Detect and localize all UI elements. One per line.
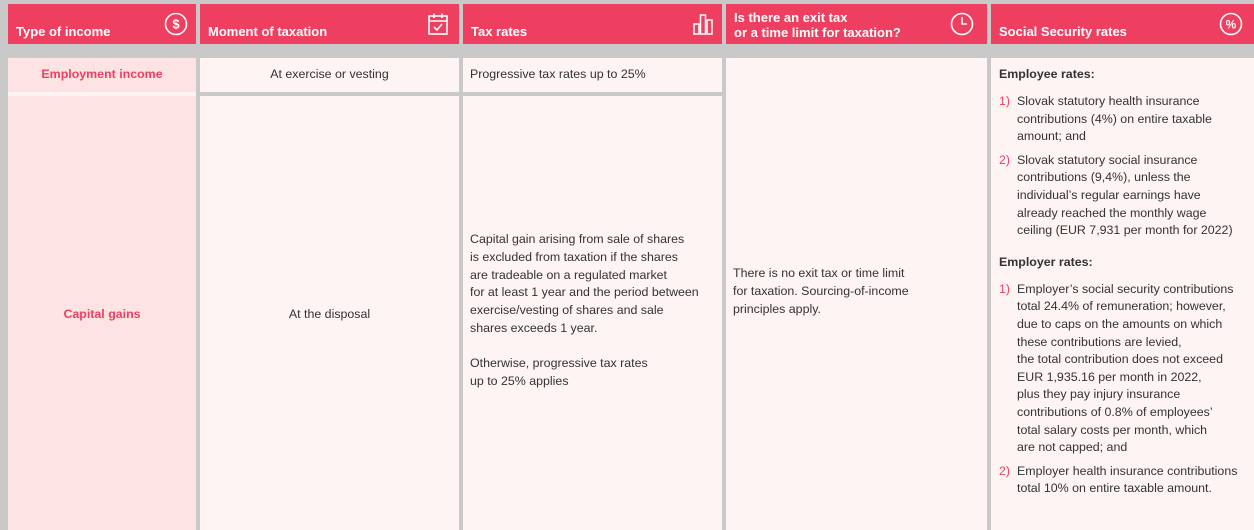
rates-line: shares exceeds 1 year.	[470, 320, 598, 335]
row-rates-capital-gains: Capital gain arising from sale of shares…	[470, 231, 722, 390]
employer-rates-title: Employer rates:	[999, 254, 1093, 269]
employer-rate-item: 2) Employer health insurance contributio…	[999, 463, 1251, 498]
item-line: plus they pay injury insurance	[1017, 387, 1181, 402]
item-line: already reached the monthly wage	[1017, 205, 1207, 220]
header-social-security: Social Security rates %	[991, 4, 1254, 44]
row-divider	[8, 92, 196, 96]
employee-rates-title: Employee rates:	[999, 67, 1095, 81]
row-type-employment: Employment income	[41, 67, 163, 81]
rates-line: are tradeable on a regulated market	[470, 267, 667, 282]
employee-rate-item: 2) Slovak statutory social insurance con…	[999, 152, 1251, 240]
item-line: Slovak statutory social insurance	[1017, 152, 1198, 167]
item-line: contributions of 0.8% of employees’	[1017, 404, 1213, 419]
calendar-check-icon	[428, 13, 448, 35]
item-line: amount; and	[1017, 129, 1086, 144]
header-label: Moment of taxation	[208, 24, 328, 39]
rates-line: is excluded from taxation if the shares	[470, 249, 678, 264]
header-moment-of-taxation: Moment of taxation	[200, 4, 459, 44]
item-line: ceiling (EUR 7,931 per month for 2022)	[1017, 223, 1233, 238]
header-line-2: or a time limit for taxation?	[734, 25, 901, 40]
exit-line: There is no exit tax or time limit	[733, 266, 905, 280]
item-line: Slovak statutory health insurance	[1017, 94, 1200, 108]
item-line: total 24.4% of remuneration; however,	[1017, 299, 1226, 314]
header-tax-rates: Tax rates	[463, 4, 722, 44]
header-label: Tax rates	[471, 24, 528, 39]
item-number: 1)	[999, 281, 1011, 296]
header-line-1: Is there an exit tax	[734, 10, 848, 25]
employee-rate-item: 1) Slovak statutory health insurance con…	[999, 93, 1251, 146]
item-line: EUR 1,935.16 per month in 2022,	[1017, 369, 1202, 384]
exit-line: for taxation. Sourcing-of-income	[733, 283, 909, 298]
percent-icon: %	[1219, 12, 1243, 36]
item-line: total salary costs per month, which	[1017, 422, 1208, 437]
row-rates-employment: Progressive tax rates up to 25%	[470, 67, 646, 81]
item-line: Employer health insurance contributions	[1017, 463, 1238, 478]
header-label-multiline: Is there an exit tax or a time limit for…	[734, 10, 901, 40]
item-line: total 10% on entire taxable amount.	[1017, 481, 1212, 496]
exit-line: principles apply.	[733, 301, 821, 316]
rates-line: up to 25% applies	[470, 373, 569, 388]
clock-icon	[950, 12, 974, 36]
item-line: due to caps on the amounts on which	[1017, 316, 1223, 331]
header-exit-tax: Is there an exit tax or a time limit for…	[726, 4, 987, 44]
rates-line: Capital gain arising from sale of shares	[470, 232, 685, 246]
header-label: Type of income	[16, 24, 111, 39]
employer-rate-item: 1) Employer’s social security contributi…	[999, 281, 1251, 457]
item-number: 2)	[999, 152, 1011, 167]
item-line: Employer’s social security contributions	[1017, 281, 1234, 296]
item-line: these contributions are levied,	[1017, 334, 1182, 349]
row-type-capital-gains: Capital gains	[63, 307, 141, 321]
item-line: the total contribution does not exceed	[1017, 352, 1223, 367]
item-line: contributions (4%) on entire taxable	[1017, 111, 1212, 126]
rates-line: Otherwise, progressive tax rates	[470, 355, 648, 370]
row-moment-employment: At exercise or vesting	[270, 67, 389, 81]
social-security-content: Employee rates: 1) Slovak statutory heal…	[999, 66, 1251, 498]
header-label: Social Security rates	[999, 24, 1127, 39]
item-line: contributions (9,4%), unless the	[1017, 170, 1191, 185]
dollar-symbol: $	[172, 17, 180, 32]
type-column-bg	[8, 58, 196, 530]
item-number: 2)	[999, 463, 1011, 478]
bar-chart-icon	[693, 14, 713, 35]
header-type-of-income: Type of income $	[8, 4, 196, 44]
rates-line: exercise/vesting of shares and sale	[470, 303, 664, 318]
item-line: individual’s regular earnings have	[1017, 187, 1201, 202]
item-line: are not capped; and	[1017, 440, 1128, 455]
item-number: 1)	[999, 94, 1011, 108]
exit-tax-text: There is no exit tax or time limit for t…	[733, 265, 983, 318]
rates-line: for at least 1 year and the period betwe…	[470, 285, 699, 300]
percent-symbol: %	[1226, 18, 1237, 32]
row-moment-capital-gains: At the disposal	[288, 307, 371, 321]
dollar-icon: $	[164, 12, 188, 36]
